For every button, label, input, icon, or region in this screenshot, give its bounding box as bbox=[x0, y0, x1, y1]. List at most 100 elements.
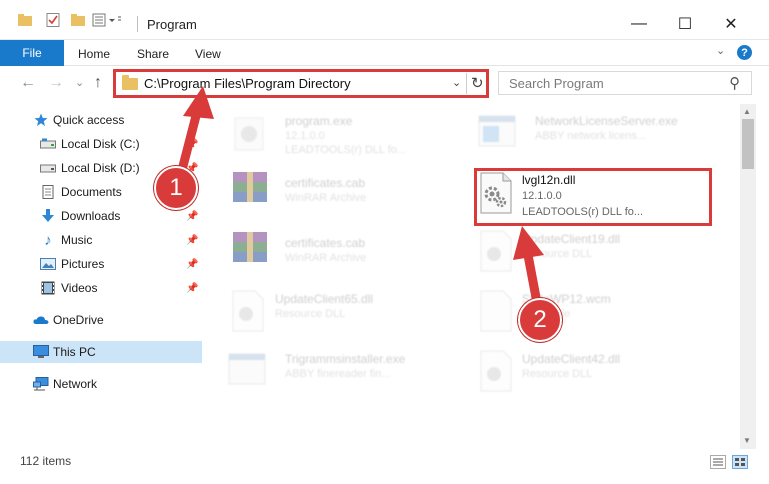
pin-icon[interactable]: 📌 bbox=[186, 259, 198, 270]
archive-icon bbox=[231, 230, 269, 273]
address-path[interactable]: C:\Program Files\Program Directory bbox=[144, 76, 351, 91]
new-folder-icon[interactable] bbox=[71, 13, 85, 30]
sidebar-item-onedrive[interactable]: OneDrive bbox=[0, 309, 202, 331]
details-view-icon[interactable] bbox=[710, 455, 726, 469]
pin-icon[interactable]: 📌 bbox=[186, 235, 198, 246]
sidebar-item-music[interactable]: ♪ Music 📌 bbox=[0, 229, 202, 251]
file-item[interactable]: certificates.cab WinRAR Archive bbox=[227, 228, 447, 278]
ribbon-tabs: File Home Share View ⌄ ? bbox=[0, 40, 769, 66]
up-button[interactable]: ↑ bbox=[94, 74, 102, 92]
sidebar-item-local-disk-c[interactable]: Local Disk (C:) 📌 bbox=[0, 133, 202, 155]
search-box[interactable]: Search Program ⚲ bbox=[498, 71, 752, 95]
file-name: NetworkLicenseServer.exe bbox=[535, 114, 678, 128]
file-item[interactable]: NetworkLicenseServer.exe ABBY network li… bbox=[477, 110, 717, 160]
pin-icon[interactable]: 📌 bbox=[186, 139, 198, 150]
file-item[interactable]: program.exe 12.1.0.0 LEADTOOLS(r) DLL fo… bbox=[227, 110, 447, 160]
sidebar-item-label: Music bbox=[61, 233, 93, 247]
file-detail: ABBY network licens... bbox=[535, 130, 647, 142]
scroll-up-icon[interactable]: ▲ bbox=[743, 107, 751, 116]
file-detail: ABBY finereader fin... bbox=[285, 368, 391, 380]
pictures-icon bbox=[40, 257, 56, 271]
sidebar-item-label: Local Disk (C:) bbox=[61, 137, 140, 151]
scrollbar-thumb[interactable] bbox=[742, 119, 754, 169]
folder-icon bbox=[122, 75, 138, 90]
expand-ribbon-icon[interactable]: ⌄ bbox=[716, 44, 725, 57]
customize-toolbar-icon[interactable] bbox=[92, 13, 122, 30]
tiles-view-icon[interactable] bbox=[732, 455, 748, 469]
close-icon: ✕ bbox=[724, 16, 738, 33]
title-bar: Program — ☐ ✕ bbox=[0, 0, 769, 40]
file-detail: Resource DLL bbox=[275, 308, 346, 320]
videos-icon bbox=[40, 281, 56, 295]
sidebar-item-network[interactable]: Network bbox=[0, 373, 202, 395]
navigation-pane: Quick access Local Disk (C:) 📌 Local Dis… bbox=[0, 104, 205, 444]
computer-icon bbox=[33, 345, 49, 359]
sidebar-item-quick-access[interactable]: Quick access bbox=[0, 109, 202, 131]
file-item[interactable]: UpdateClient42.dll Resource DLL bbox=[477, 348, 717, 398]
file-detail: WinRAR Archive bbox=[285, 252, 367, 264]
tab-file[interactable]: File bbox=[0, 40, 64, 66]
file-item[interactable]: StdIoWP12.wcm WCM File bbox=[477, 288, 717, 338]
file-name: UpdateClient42.dll bbox=[522, 352, 621, 366]
cloud-icon bbox=[33, 313, 49, 327]
callout-badge-one: 1 bbox=[154, 166, 198, 210]
file-name: program.exe bbox=[285, 114, 353, 128]
forward-button[interactable]: → bbox=[48, 74, 64, 92]
file-detail: LEADTOOLS(r) DLL fo... bbox=[285, 144, 407, 156]
folder-icon[interactable] bbox=[18, 13, 32, 30]
app-icon bbox=[231, 114, 267, 157]
file-item[interactable]: Trigrammsinstaller.exe ABBY finereader f… bbox=[227, 348, 447, 398]
recent-locations-button[interactable]: ⌄ bbox=[75, 76, 84, 89]
file-name: UpdateClient65.dll bbox=[275, 292, 374, 306]
pin-icon[interactable]: 📌 bbox=[186, 211, 198, 222]
dll-gear-icon bbox=[479, 230, 513, 275]
search-icon[interactable]: ⚲ bbox=[729, 74, 740, 92]
sidebar-item-label: Local Disk (D:) bbox=[61, 161, 140, 175]
address-bar[interactable]: C:\Program Files\Program Directory ⌄ ↻ bbox=[113, 69, 489, 98]
tab-share[interactable]: Share bbox=[137, 47, 169, 61]
network-icon bbox=[33, 377, 49, 391]
close-button[interactable]: ✕ bbox=[708, 10, 754, 38]
sidebar-item-label: Network bbox=[53, 377, 98, 391]
sidebar-item-label: Downloads bbox=[61, 209, 121, 223]
back-button[interactable]: ← bbox=[20, 74, 36, 92]
documents-icon bbox=[40, 185, 56, 199]
sidebar-item-label: Videos bbox=[61, 281, 98, 295]
dll-gear-icon bbox=[479, 350, 513, 395]
search-input[interactable]: Search Program bbox=[509, 76, 604, 91]
title-separator bbox=[137, 16, 138, 32]
sidebar-item-pictures[interactable]: Pictures 📌 bbox=[0, 253, 202, 275]
maximize-button[interactable]: ☐ bbox=[662, 10, 708, 38]
tab-home[interactable]: Home bbox=[78, 47, 110, 61]
scroll-down-icon[interactable]: ▼ bbox=[743, 436, 751, 445]
sidebar-item-this-pc[interactable]: This PC bbox=[0, 341, 202, 363]
minimize-button[interactable]: — bbox=[616, 10, 662, 38]
address-dropdown-icon[interactable]: ⌄ bbox=[452, 76, 461, 89]
file-detail: WinRAR Archive bbox=[285, 192, 367, 204]
refresh-icon[interactable]: ↻ bbox=[471, 74, 484, 92]
address-divider bbox=[466, 73, 467, 94]
navigation-bar: ← → ⌄ ↑ C:\Program Files\Program Directo… bbox=[0, 66, 769, 104]
sidebar-item-label: Documents bbox=[61, 185, 122, 199]
downloads-icon bbox=[40, 209, 56, 223]
file-name: certificates.cab bbox=[285, 236, 366, 250]
drive-icon bbox=[40, 161, 56, 175]
file-item[interactable]: UpdateClient65.dll Resource DLL bbox=[227, 288, 447, 338]
sidebar-item-videos[interactable]: Videos 📌 bbox=[0, 277, 202, 299]
file-item[interactable]: UpdateClient19.dll Resource DLL bbox=[477, 228, 717, 278]
tab-view[interactable]: View bbox=[195, 47, 221, 61]
vertical-scrollbar[interactable]: ▲ ▼ bbox=[740, 104, 756, 449]
file-name: certificates.cab bbox=[285, 176, 366, 190]
file-list: program.exe 12.1.0.0 LEADTOOLS(r) DLL fo… bbox=[205, 104, 740, 449]
archive-icon bbox=[231, 170, 269, 213]
pin-icon[interactable]: 📌 bbox=[186, 283, 198, 294]
help-icon[interactable]: ? bbox=[737, 45, 752, 60]
file-item[interactable]: certificates.cab WinRAR Archive bbox=[227, 168, 447, 218]
music-icon: ♪ bbox=[44, 231, 52, 249]
sidebar-item-label: This PC bbox=[53, 345, 96, 359]
file-detail: Resource DLL bbox=[522, 248, 593, 260]
status-bar: 112 items bbox=[0, 449, 769, 484]
callout-badge-two: 2 bbox=[518, 298, 562, 342]
blank-file-icon bbox=[479, 290, 513, 335]
properties-icon[interactable] bbox=[46, 13, 60, 30]
